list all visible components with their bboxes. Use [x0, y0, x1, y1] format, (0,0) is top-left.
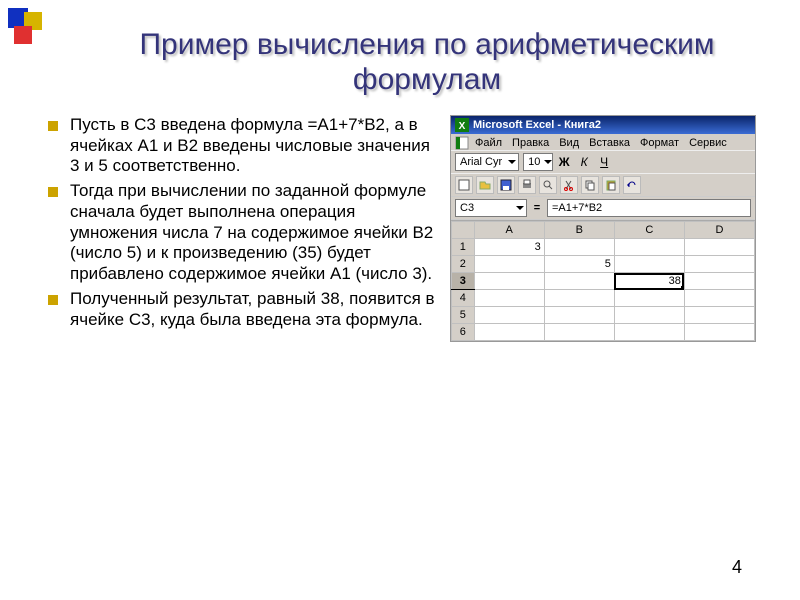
select-all-corner[interactable] — [452, 222, 475, 239]
cut-icon[interactable] — [560, 176, 578, 194]
formula-bar: C3 = =A1+7*B2 — [451, 196, 755, 220]
row-header[interactable]: 5 — [452, 307, 475, 324]
cell[interactable] — [474, 307, 544, 324]
copy-icon[interactable] — [581, 176, 599, 194]
save-icon[interactable] — [497, 176, 515, 194]
cell[interactable] — [474, 324, 544, 341]
menu-view[interactable]: Вид — [555, 136, 583, 150]
bullet-item: Пусть в С3 введена формула =А1+7*В2, а в… — [48, 115, 438, 177]
excel-screenshot: X Microsoft Excel - Книга2 Файл Правка В… — [438, 115, 760, 342]
standard-toolbar — [451, 173, 755, 196]
excel-app-icon: X — [455, 118, 469, 132]
excel-titlebar: X Microsoft Excel - Книга2 — [451, 116, 755, 134]
cell[interactable] — [474, 256, 544, 273]
excel-window: X Microsoft Excel - Книга2 Файл Правка В… — [450, 115, 756, 342]
menu-insert[interactable]: Вставка — [585, 136, 634, 150]
excel-window-title: Microsoft Excel - Книга2 — [473, 119, 601, 131]
new-icon[interactable] — [455, 176, 473, 194]
grid-row: 2 5 — [452, 256, 755, 273]
content-row: Пусть в С3 введена формула =А1+7*В2, а в… — [48, 115, 760, 342]
slide-title: Пример вычисления по арифметическим форм… — [94, 28, 760, 97]
cell[interactable] — [684, 307, 754, 324]
cell-grid[interactable]: A B C D 1 3 2 — [451, 220, 755, 341]
menu-edit[interactable]: Правка — [508, 136, 553, 150]
excel-menubar: Файл Правка Вид Вставка Формат Сервис — [451, 134, 755, 150]
cell[interactable] — [474, 273, 544, 290]
cell[interactable]: 5 — [544, 256, 614, 273]
row-header[interactable]: 1 — [452, 239, 475, 256]
cell[interactable] — [544, 273, 614, 290]
formula-input[interactable]: =A1+7*B2 — [547, 199, 751, 217]
equals-button[interactable]: = — [529, 200, 545, 216]
cell[interactable]: 3 — [474, 239, 544, 256]
cell[interactable] — [544, 324, 614, 341]
bold-button[interactable]: Ж — [557, 155, 571, 169]
col-header[interactable]: B — [544, 222, 614, 239]
cell[interactable] — [614, 307, 684, 324]
font-size-value: 10 — [528, 156, 540, 168]
grid-row: 1 3 — [452, 239, 755, 256]
font-name-combo[interactable]: Arial Cyr — [455, 153, 519, 171]
col-header[interactable]: D — [684, 222, 754, 239]
cell[interactable] — [684, 290, 754, 307]
grid-row: 4 — [452, 290, 755, 307]
corner-decoration — [8, 8, 46, 46]
name-box-value: C3 — [460, 202, 474, 214]
name-box[interactable]: C3 — [455, 199, 527, 217]
workbook-icon — [455, 136, 469, 150]
undo-icon[interactable] — [623, 176, 641, 194]
row-header[interactable]: 4 — [452, 290, 475, 307]
row-header[interactable]: 6 — [452, 324, 475, 341]
selected-cell[interactable]: 38 — [614, 273, 684, 290]
menu-format[interactable]: Формат — [636, 136, 683, 150]
menu-file[interactable]: Файл — [471, 136, 506, 150]
print-icon[interactable] — [518, 176, 536, 194]
preview-icon[interactable] — [539, 176, 557, 194]
font-size-combo[interactable]: 10 — [523, 153, 553, 171]
cell[interactable] — [544, 307, 614, 324]
font-toolbar: Arial Cyr 10 Ж К Ч — [451, 150, 755, 173]
cell[interactable] — [474, 290, 544, 307]
col-header[interactable]: A — [474, 222, 544, 239]
bullet-item: Тогда при вычислении по заданной формуле… — [48, 181, 438, 285]
bullet-list: Пусть в С3 введена формула =А1+7*В2, а в… — [48, 115, 438, 342]
cell[interactable] — [614, 256, 684, 273]
open-icon[interactable] — [476, 176, 494, 194]
slide: Пример вычисления по арифметическим форм… — [0, 0, 800, 600]
cell[interactable] — [614, 290, 684, 307]
menu-service[interactable]: Сервис — [685, 136, 731, 150]
underline-button[interactable]: Ч — [597, 155, 611, 169]
chevron-down-icon — [516, 206, 524, 210]
paste-icon[interactable] — [602, 176, 620, 194]
cell[interactable] — [544, 239, 614, 256]
row-header[interactable]: 2 — [452, 256, 475, 273]
font-name-value: Arial Cyr — [460, 156, 502, 168]
col-header[interactable]: C — [614, 222, 684, 239]
grid-row: 5 — [452, 307, 755, 324]
page-number: 4 — [732, 557, 742, 578]
cell[interactable] — [544, 290, 614, 307]
cell[interactable] — [614, 324, 684, 341]
cell[interactable] — [684, 273, 754, 290]
cell[interactable] — [684, 324, 754, 341]
font-style-buttons: Ж К Ч — [557, 155, 611, 169]
formula-value: =A1+7*B2 — [552, 202, 602, 214]
svg-text:X: X — [459, 121, 466, 132]
italic-button[interactable]: К — [577, 155, 591, 169]
cell[interactable] — [684, 239, 754, 256]
chevron-down-icon — [544, 160, 552, 164]
cell[interactable] — [684, 256, 754, 273]
grid-row: 3 38 — [452, 273, 755, 290]
bullet-item: Полученный результат, равный 38, появитс… — [48, 289, 438, 330]
grid-row: 6 — [452, 324, 755, 341]
cell[interactable] — [614, 239, 684, 256]
row-header[interactable]: 3 — [452, 273, 475, 290]
chevron-down-icon — [508, 160, 516, 164]
